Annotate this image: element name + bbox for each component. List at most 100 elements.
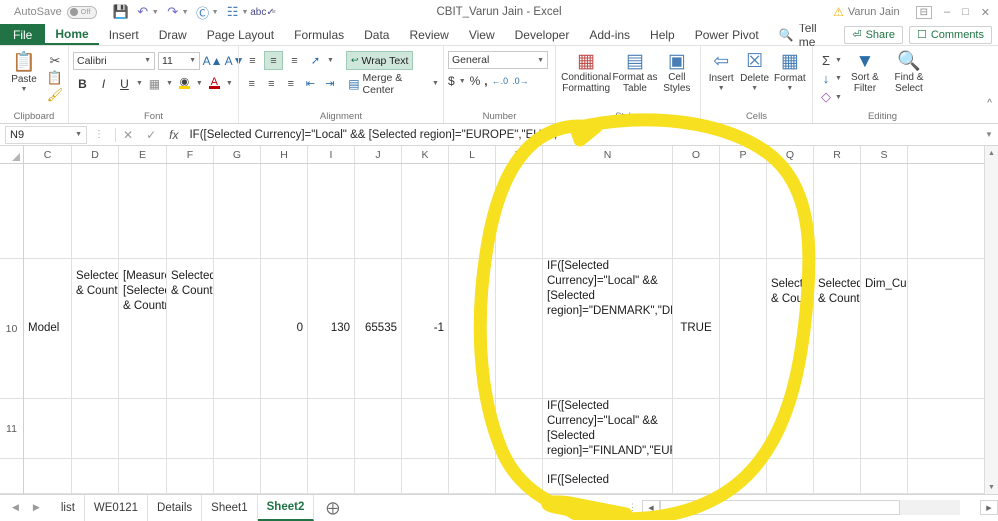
cell-L10[interactable] bbox=[449, 259, 496, 398]
bold-button[interactable]: B bbox=[73, 74, 92, 93]
select-all-corner[interactable] bbox=[0, 146, 24, 163]
cell-P11[interactable] bbox=[720, 399, 767, 458]
cell-F11[interactable] bbox=[167, 399, 214, 458]
cell-D9[interactable] bbox=[72, 164, 119, 258]
column-header-C[interactable]: C bbox=[24, 146, 72, 163]
undo-dropdown-icon[interactable]: ▼ bbox=[152, 9, 159, 16]
tab-power-pivot[interactable]: Power Pivot bbox=[685, 24, 769, 45]
fill-dropdown-icon[interactable]: ▼ bbox=[835, 75, 842, 82]
cell-S11[interactable] bbox=[861, 399, 908, 458]
cell-E12[interactable] bbox=[119, 459, 167, 493]
cell-O10[interactable]: TRUE bbox=[673, 259, 720, 398]
scissors-icon[interactable]: ✂ bbox=[46, 53, 64, 69]
orientation-icon[interactable]: ➚ bbox=[306, 51, 325, 70]
orientation-dropdown-icon[interactable]: ▼ bbox=[327, 57, 334, 64]
cell-G11[interactable] bbox=[214, 399, 261, 458]
cell-I11[interactable] bbox=[308, 399, 355, 458]
cell-H12[interactable] bbox=[261, 459, 308, 493]
column-header-D[interactable]: D bbox=[72, 146, 119, 163]
cell-J9[interactable] bbox=[355, 164, 402, 258]
wrap-text-button[interactable]: ↩ Wrap Text bbox=[345, 51, 414, 70]
confirm-icon[interactable]: ✓ bbox=[146, 128, 156, 142]
align-bottom-icon[interactable]: ≡ bbox=[285, 51, 304, 70]
formula-input[interactable]: IF([Selected Currency]="Local" && [Selec… bbox=[178, 129, 980, 141]
copy-icon[interactable]: 📋 bbox=[46, 70, 64, 86]
font-size-input[interactable]: 11 ▼ bbox=[158, 51, 200, 70]
scroll-down-icon[interactable]: ▼ bbox=[985, 480, 998, 494]
touch-mode-icon[interactable]: Ⓒ bbox=[193, 2, 213, 22]
cell-S9[interactable] bbox=[861, 164, 908, 258]
cell-Q10[interactable]: Selected_Currency & Country bbox=[767, 259, 814, 398]
tab-formulas[interactable]: Formulas bbox=[284, 24, 354, 45]
row-header-11[interactable]: 11 bbox=[0, 399, 23, 459]
font-size-dropdown-icon[interactable]: ▼ bbox=[189, 57, 196, 64]
sheet-tab-list[interactable]: list bbox=[52, 494, 85, 521]
cell-F9[interactable] bbox=[167, 164, 214, 258]
sheet-tab-we0121[interactable]: WE0121 bbox=[85, 494, 149, 521]
expand-formula-bar-icon[interactable]: ▼ bbox=[980, 130, 998, 139]
cell-N9[interactable] bbox=[543, 164, 673, 258]
borders-icon[interactable]: ▦ bbox=[145, 74, 164, 93]
autosum-dropdown-icon[interactable]: ▼ bbox=[835, 57, 842, 64]
fill-down-icon[interactable]: ↓ bbox=[817, 71, 835, 86]
cell-J11[interactable] bbox=[355, 399, 402, 458]
add-sheet-icon[interactable]: ⨁ bbox=[314, 500, 351, 516]
autosave-control[interactable]: AutoSave Off bbox=[14, 5, 97, 19]
cell-S12[interactable] bbox=[861, 459, 908, 493]
scroll-grip[interactable]: ⋮ bbox=[622, 502, 642, 513]
conditional-formatting-button[interactable]: ▦ Conditional Formatting bbox=[560, 51, 612, 94]
number-format-dropdown-icon[interactable]: ▼ bbox=[537, 57, 544, 64]
cell-C10[interactable]: Model bbox=[24, 259, 72, 398]
column-header-L[interactable]: L bbox=[449, 146, 496, 163]
delete-dropdown-icon[interactable]: ▼ bbox=[751, 85, 758, 92]
tab-home[interactable]: Home bbox=[45, 24, 99, 45]
cell-M9[interactable] bbox=[496, 164, 543, 258]
insert-function-icon[interactable]: fx bbox=[169, 128, 178, 142]
tab-data[interactable]: Data bbox=[354, 24, 399, 45]
format-cells-button[interactable]: ▦ Format ▼ bbox=[772, 51, 808, 92]
paste-dropdown-icon[interactable]: ▼ bbox=[21, 86, 28, 93]
insert-dropdown-icon[interactable]: ▼ bbox=[718, 85, 725, 92]
format-dropdown-icon[interactable]: ▼ bbox=[786, 85, 793, 92]
cell-K10[interactable]: -1 bbox=[402, 259, 449, 398]
scroll-up-icon[interactable]: ▲ bbox=[985, 146, 998, 160]
prev-sheet-icon[interactable]: ◀ bbox=[12, 502, 19, 513]
currency-dropdown-icon[interactable]: ▼ bbox=[459, 78, 466, 85]
column-header-O[interactable]: O bbox=[673, 146, 720, 163]
horizontal-scrollbar[interactable] bbox=[660, 500, 960, 515]
spelling-icon[interactable]: abc✓ bbox=[250, 2, 275, 22]
column-header-E[interactable]: E bbox=[119, 146, 167, 163]
cell-O9[interactable] bbox=[673, 164, 720, 258]
chart-icon[interactable]: ☷ bbox=[223, 2, 243, 22]
cell-N10[interactable]: IF([Selected Currency]="Local" && [Selec… bbox=[543, 259, 673, 398]
column-header-K[interactable]: K bbox=[402, 146, 449, 163]
cell-G9[interactable] bbox=[214, 164, 261, 258]
cell-K12[interactable] bbox=[402, 459, 449, 493]
align-center-icon[interactable]: ≡ bbox=[263, 74, 281, 93]
insert-cells-button[interactable]: ⇦ Insert ▼ bbox=[705, 51, 737, 92]
column-header-S[interactable]: S bbox=[861, 146, 908, 163]
tab-help[interactable]: Help bbox=[640, 24, 685, 45]
tab-review[interactable]: Review bbox=[399, 24, 458, 45]
tab-add-ins[interactable]: Add-ins bbox=[579, 24, 640, 45]
font-name-input[interactable]: Calibri ▼ bbox=[73, 51, 155, 70]
tell-me-box[interactable]: 🔍 Tell me bbox=[769, 21, 845, 49]
column-header-F[interactable]: F bbox=[167, 146, 214, 163]
chart-dropdown-icon[interactable]: ▼ bbox=[242, 9, 249, 16]
cell-styles-button[interactable]: ▣ Cell Styles bbox=[658, 51, 696, 94]
cell-I10[interactable]: 130 bbox=[308, 259, 355, 398]
column-header-G[interactable]: G bbox=[214, 146, 261, 163]
column-header-J[interactable]: J bbox=[355, 146, 402, 163]
row-header-blank-top[interactable] bbox=[0, 164, 23, 259]
column-header-N[interactable]: N bbox=[543, 146, 673, 163]
minimize-button[interactable]: – bbox=[944, 6, 950, 18]
next-sheet-icon[interactable]: ▶ bbox=[33, 502, 40, 513]
cell-R10[interactable]: Selected_Currency & Country bbox=[814, 259, 861, 398]
align-middle-icon[interactable]: ≡ bbox=[264, 51, 283, 70]
decrease-indent-icon[interactable]: ⇤ bbox=[302, 74, 320, 93]
tab-view[interactable]: View bbox=[459, 24, 505, 45]
underline-dropdown-icon[interactable]: ▼ bbox=[136, 80, 143, 87]
sheet-tab-details[interactable]: Details bbox=[148, 494, 203, 521]
name-box-dropdown-icon[interactable]: ▼ bbox=[75, 131, 82, 138]
cell-E11[interactable] bbox=[119, 399, 167, 458]
